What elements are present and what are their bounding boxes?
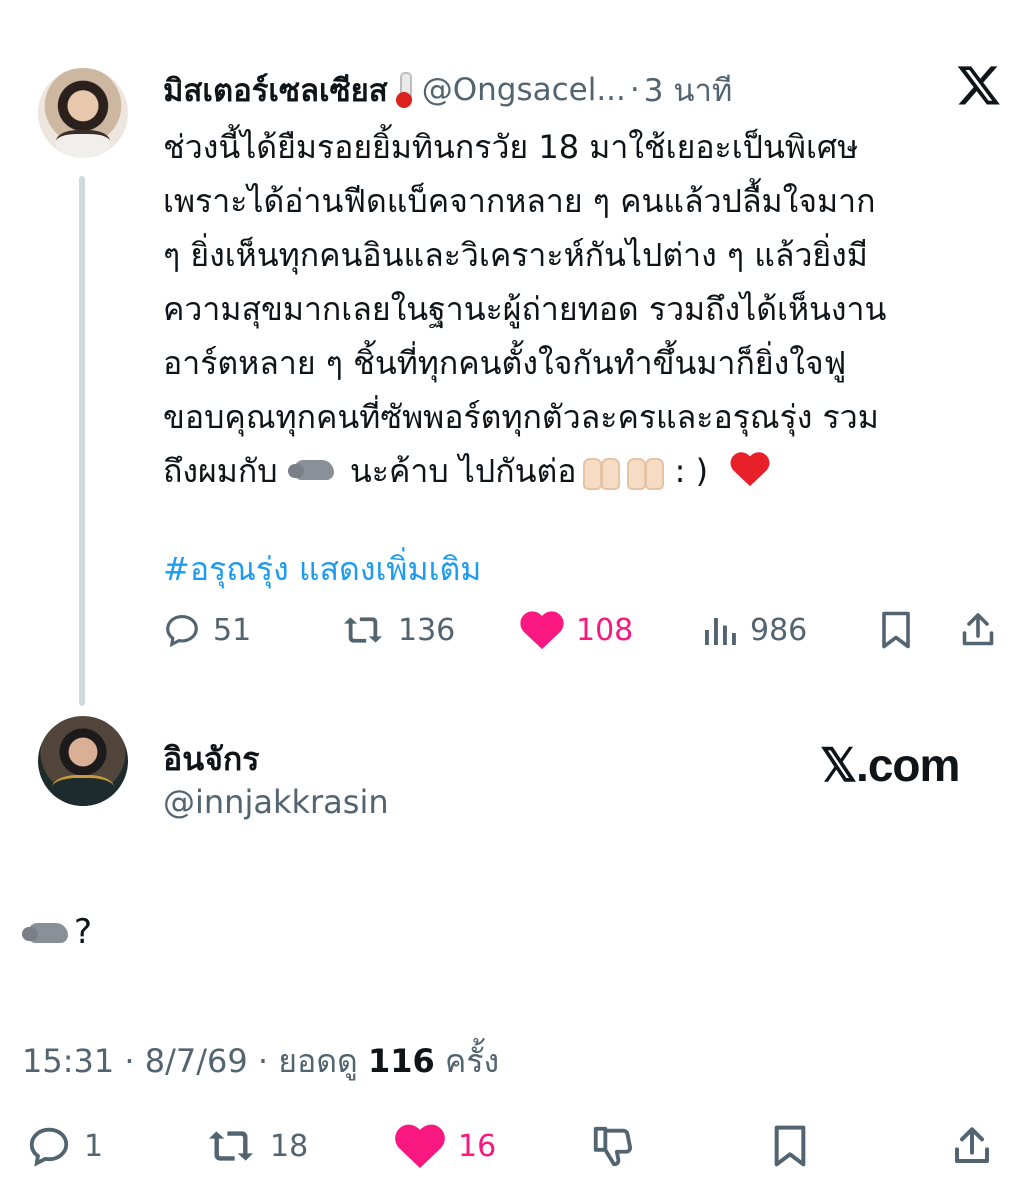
reply-date[interactable]: 8/7/69 [145,1042,248,1080]
hippo-icon [287,454,340,484]
author-name[interactable]: มิสเตอร์เซลเซียส [163,65,388,115]
reply-meta: 15:31 · 8/7/69 · ยอดดู 116 ครั้ง [22,1036,499,1087]
retweet-button[interactable]: 18 [204,1124,308,1168]
retweet-icon [344,617,382,643]
hashtag-link[interactable]: #อรุณรุ่ง [163,550,289,588]
share-button[interactable] [952,1124,992,1168]
raised-hands-icon [580,452,621,490]
reply-count: 51 [213,612,252,648]
x-com-watermark: 𝕏.com [820,739,960,791]
reply-count: 1 [84,1128,104,1164]
tweet-line: ขอบคุณทุกคนที่ซัพพอร์ตทุกตัวละครและอรุณร… [163,398,879,436]
tweet-line: ช่วงนี้ได้ยืมรอยยิ้มทินกรวัย 18 มาใช้เยอ… [163,128,859,166]
tweet-line-last: ถึงผมกับ นะค้าบ ไปกันต่อ : ) [163,444,1003,498]
views-count: 116 [367,1042,435,1080]
reply-author-name[interactable]: อินจักร [163,734,259,785]
tweet-body: ช่วงนี้ได้ยืมรอยยิ้มทินกรวัย 18 มาใช้เยอ… [163,120,1003,498]
author-handle[interactable]: @Ongsacel... [422,72,626,108]
reply-text: ? [74,912,93,952]
hippo-icon [22,917,74,947]
thermometer-icon [394,72,414,108]
retweet-button[interactable]: 136 [340,608,455,652]
raised-hands-icon [624,452,665,490]
views-button[interactable]: 986 [702,608,807,652]
tweet-screenshot: มิสเตอร์เซลเซียส @Ongsacel... · 3 นาที ช… [0,0,1028,1200]
separator-dot: · [257,1042,269,1080]
reply-body: ? [22,912,92,952]
reply-icon [29,1127,69,1167]
thread-line [79,176,85,706]
retweet-count: 136 [398,612,456,648]
heart-icon [520,611,564,650]
tweet-line: อาร์ตหลาย ๆ ชิ้นที่ทุกคนตั้งใจกันทำขึ้นม… [163,344,847,382]
like-button[interactable]: 16 [394,1124,496,1168]
tweet-line-text: : ) [674,452,709,490]
views-unit: ครั้ง [444,1042,500,1080]
like-button[interactable]: 108 [520,608,633,652]
views-chart-icon [705,618,736,645]
views-count: 986 [750,612,808,648]
like-count: 16 [458,1128,497,1164]
share-icon [962,613,994,646]
reply-time[interactable]: 15:31 [22,1042,114,1080]
retweet-icon [209,1131,253,1161]
tweet-header: มิสเตอร์เซลเซียส @Ongsacel... · 3 นาที [163,70,732,110]
bookmark-button[interactable] [770,1124,810,1168]
tweet-line: ๆ ยิ่งเห็นทุกคนอินและวิเคราะห์กันไปต่าง … [163,236,868,274]
views-label: ยอดดู [278,1042,358,1080]
tweet-line: ความสุขมากเลยในฐานะผู้ถ่ายทอด รวมถึงได้เ… [163,290,887,328]
tweet-line-text: ถึงผมกับ [163,452,278,490]
author-avatar[interactable] [38,68,128,158]
tweet-time[interactable]: 3 นาที [644,65,733,115]
reply-icon [166,614,198,648]
bookmark-icon [774,1125,806,1167]
share-icon [955,1127,989,1163]
tweet-line: เพราะได้อ่านฟีดแบ็คจากหลาย ๆ คนแล้วปลื้ม… [163,182,876,220]
separator-dot: · [629,72,640,108]
separator-dot: · [124,1042,135,1080]
reply-author-handle[interactable]: @innjakkrasin [163,783,389,821]
x-logo-icon [957,66,1000,105]
reply-button[interactable]: 1 [26,1124,103,1168]
heart-icon [395,1124,445,1168]
show-more-link[interactable]: แสดงเพิ่มเติม [299,550,482,588]
reply-button[interactable]: 51 [163,608,251,652]
bookmark-button[interactable] [878,608,914,652]
retweet-count: 18 [270,1128,309,1164]
dislike-button[interactable] [590,1124,636,1168]
bookmark-icon [882,611,910,649]
reply-author-avatar[interactable] [38,716,128,806]
like-count: 108 [576,612,634,648]
red-heart-icon [730,452,770,487]
tweet-tags: #อรุณรุ่ง แสดงเพิ่มเติม [163,544,481,595]
tweet-line-text: นะค้าบ ไปกันต่อ [349,452,577,490]
share-button[interactable] [960,608,996,652]
thumbs-down-icon [593,1126,633,1167]
